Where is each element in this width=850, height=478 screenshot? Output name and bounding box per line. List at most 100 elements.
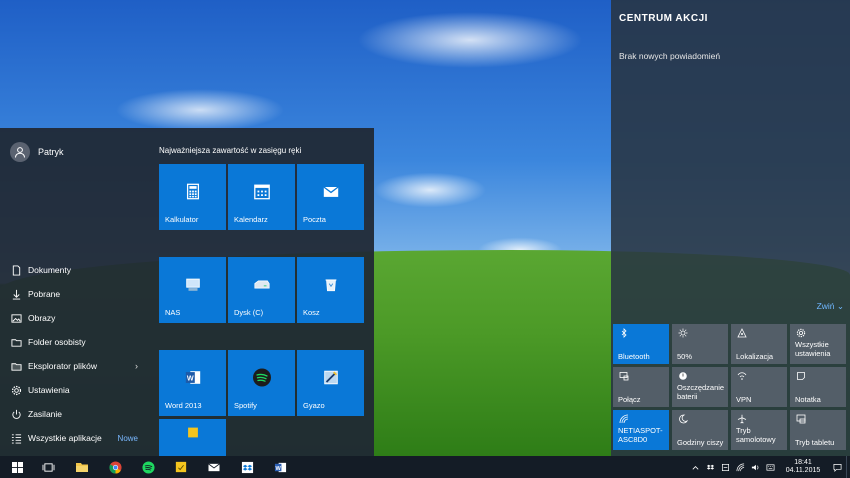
quick-action-all-settings[interactable]: Wszystkie ustawienia bbox=[790, 324, 846, 364]
language-icon[interactable] bbox=[764, 456, 776, 478]
sticky-notes-icon bbox=[175, 461, 187, 473]
user-account[interactable]: Patryk bbox=[10, 142, 64, 162]
chevron-right-icon[interactable]: › bbox=[135, 361, 138, 371]
task-view-button[interactable] bbox=[32, 456, 64, 478]
quick-action-connect[interactable]: Połącz bbox=[613, 367, 669, 407]
tile-calculator[interactable]: Kalkulator bbox=[159, 164, 226, 230]
windows-logo-icon bbox=[11, 461, 23, 473]
wifi-icon bbox=[618, 413, 629, 424]
volume-icon[interactable] bbox=[749, 456, 761, 478]
tile-gyazo[interactable]: Gyazo bbox=[297, 350, 364, 416]
quick-action-quiet-hours[interactable]: Godziny ciszy bbox=[672, 410, 728, 450]
taskbar-word[interactable]: W bbox=[264, 456, 296, 478]
new-apps-badge: Nowe bbox=[117, 433, 138, 443]
nav-item-label: Obrazy bbox=[28, 313, 56, 323]
moon-icon bbox=[677, 413, 688, 424]
quick-action-vpn[interactable]: VPN bbox=[731, 367, 787, 407]
document-icon bbox=[10, 264, 22, 276]
tile-word[interactable]: W Word 2013 bbox=[159, 350, 226, 416]
nav-item-personal-folder[interactable]: Folder osobisty bbox=[0, 330, 150, 354]
tile-label: Poczta bbox=[303, 215, 326, 224]
nav-item-all-apps[interactable]: Wszystkie aplikacje Nowe bbox=[0, 426, 150, 450]
location-icon bbox=[736, 327, 747, 338]
file-explorer-icon bbox=[10, 360, 22, 372]
quick-action-battery-saver[interactable]: Oszczędzanie baterii bbox=[672, 367, 728, 407]
tile-nas[interactable]: NAS bbox=[159, 257, 226, 323]
quick-action-location[interactable]: Lokalizacja bbox=[731, 324, 787, 364]
brightness-icon bbox=[677, 327, 688, 338]
tile-spotify[interactable]: Spotify bbox=[228, 350, 295, 416]
start-menu: Patryk Dokumenty Pobrane Obrazy Folder o… bbox=[0, 128, 374, 456]
file-explorer-icon bbox=[76, 463, 88, 472]
chrome-icon bbox=[108, 460, 122, 474]
spotify-icon bbox=[251, 367, 273, 389]
quick-action-wifi[interactable]: NETIASPOT-ASC8D0 bbox=[613, 410, 669, 450]
network-drive-icon bbox=[182, 274, 204, 296]
start-nav-list: Dokumenty Pobrane Obrazy Folder osobisty… bbox=[0, 258, 150, 450]
clock[interactable]: 18:41 04.11.2015 bbox=[779, 459, 827, 475]
calendar-icon bbox=[251, 181, 273, 203]
nav-item-file-explorer[interactable]: Eksplorator plików › bbox=[0, 354, 150, 378]
word-icon: W bbox=[182, 367, 204, 389]
tile-calendar[interactable]: Kalendarz bbox=[228, 164, 295, 230]
nav-item-documents[interactable]: Dokumenty bbox=[0, 258, 150, 282]
action-center-title: CENTRUM AKCJI bbox=[619, 13, 708, 24]
dropbox-tray-icon[interactable] bbox=[704, 456, 716, 478]
pictures-icon bbox=[10, 312, 22, 324]
connect-icon bbox=[618, 370, 629, 381]
start-button[interactable] bbox=[0, 456, 34, 478]
vpn-icon bbox=[736, 370, 747, 381]
taskbar-file-explorer[interactable] bbox=[66, 456, 98, 478]
gyazo-icon bbox=[320, 367, 342, 389]
quick-action-label: Godziny ciszy bbox=[677, 438, 724, 447]
nav-item-label: Pobrane bbox=[28, 289, 61, 299]
note-icon bbox=[795, 370, 806, 381]
nav-item-pictures[interactable]: Obrazy bbox=[0, 306, 150, 330]
taskbar: W 18:41 04.11.2015 bbox=[0, 456, 850, 478]
quick-action-note[interactable]: Notatka bbox=[790, 367, 846, 407]
tile-drive-c[interactable]: Dysk (C) bbox=[228, 257, 295, 323]
quick-action-label: Lokalizacja bbox=[736, 352, 774, 361]
system-tray: 18:41 04.11.2015 bbox=[689, 456, 850, 478]
quick-action-airplane-mode[interactable]: Tryb samolotowy bbox=[731, 410, 787, 450]
nav-item-label: Wszystkie aplikacje bbox=[28, 433, 102, 443]
power-icon bbox=[10, 408, 22, 420]
gear-icon bbox=[10, 384, 22, 396]
nav-item-downloads[interactable]: Pobrane bbox=[0, 282, 150, 306]
gear-icon bbox=[795, 327, 806, 338]
chevron-up-icon[interactable] bbox=[689, 456, 701, 478]
tile-label: Word 2013 bbox=[165, 401, 202, 410]
all-apps-icon bbox=[10, 432, 22, 444]
action-center-icon[interactable] bbox=[831, 456, 843, 478]
taskbar-mail[interactable] bbox=[198, 456, 230, 478]
taskbar-chrome[interactable] bbox=[99, 456, 131, 478]
collapse-button[interactable]: Zwiń ⌄ bbox=[817, 301, 844, 312]
mail-icon bbox=[320, 181, 342, 203]
tile-label: NAS bbox=[165, 308, 181, 317]
quick-action-label: NETIASPOT-ASC8D0 bbox=[618, 426, 663, 444]
word-icon: W bbox=[274, 462, 286, 472]
quick-action-bluetooth[interactable]: Bluetooth bbox=[613, 324, 669, 364]
tile-label: Kalkulator bbox=[165, 215, 199, 224]
wifi-tray-icon[interactable] bbox=[734, 456, 746, 478]
nav-item-power[interactable]: Zasilanie bbox=[0, 402, 150, 426]
taskbar-dropbox[interactable] bbox=[231, 456, 263, 478]
bluetooth-icon bbox=[618, 327, 629, 338]
taskbar-spotify[interactable] bbox=[132, 456, 164, 478]
quick-action-brightness[interactable]: 50% bbox=[672, 324, 728, 364]
no-notifications-text: Brak nowych powiadomień bbox=[619, 51, 721, 61]
nav-item-settings[interactable]: Ustawienia bbox=[0, 378, 150, 402]
nav-item-label: Ustawienia bbox=[28, 385, 70, 395]
quick-action-label: Notatka bbox=[795, 395, 821, 404]
quick-action-tablet-mode[interactable]: Tryb tabletu bbox=[790, 410, 846, 450]
taskbar-sticky-notes[interactable] bbox=[165, 456, 197, 478]
tile-mail[interactable]: Poczta bbox=[297, 164, 364, 230]
dropbox-icon bbox=[241, 461, 253, 473]
tile-sticky-notes-partial[interactable] bbox=[159, 419, 226, 456]
sync-tray-icon[interactable] bbox=[719, 456, 731, 478]
tile-recycle-bin[interactable]: Kosz bbox=[297, 257, 364, 323]
tiles-group-heading[interactable]: Najważniejsza zawartość w zasięgu ręki bbox=[159, 146, 301, 155]
user-folder-icon bbox=[10, 336, 22, 348]
show-desktop-button[interactable] bbox=[846, 456, 850, 478]
hard-drive-icon bbox=[251, 274, 273, 296]
